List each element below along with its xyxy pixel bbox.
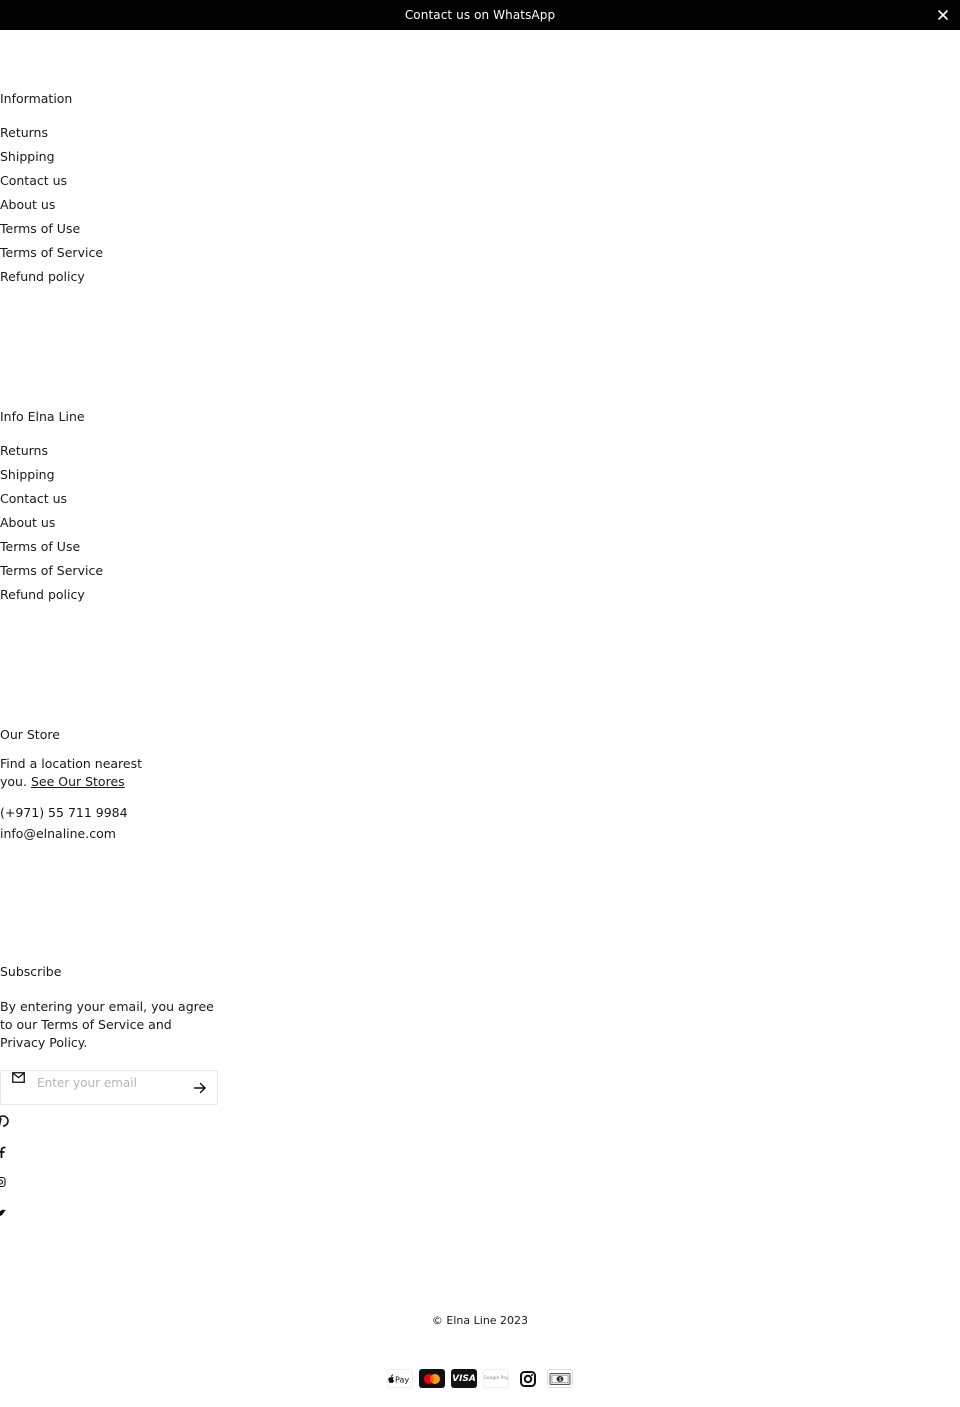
copyright: © Elna Line 2023 (431, 1314, 529, 1327)
mastercard-icon (419, 1369, 445, 1388)
information-heading: Information (0, 91, 73, 106)
apple-pay-icon: Pay (387, 1369, 413, 1388)
email-input[interactable] (37, 1074, 177, 1092)
subscribe-text: By entering your email, you agree to our… (0, 999, 214, 1050)
google-pay-icon: Google Pay (483, 1369, 509, 1388)
svg-text:$: $ (559, 1377, 562, 1383)
footer-link-contact[interactable]: Contact us (0, 490, 103, 514)
footer-link-refund[interactable]: Refund policy (0, 268, 103, 292)
footer-link-refund[interactable]: Refund policy (0, 586, 103, 610)
information-links: Returns Shipping Contact us About us Ter… (0, 124, 103, 292)
instagram-icon[interactable] (0, 1176, 10, 1188)
google-pay-label: Google Pay (483, 1376, 509, 1381)
footer-link-terms-use[interactable]: Terms of Use (0, 538, 103, 562)
footer-link-terms-use[interactable]: Terms of Use (0, 220, 103, 244)
footer-link-contact[interactable]: Contact us (0, 172, 103, 196)
visa-label: VISA (452, 1373, 476, 1384)
footer-link-about[interactable]: About us (0, 196, 103, 220)
arrow-right-icon[interactable] (193, 1081, 207, 1095)
footer-link-about[interactable]: About us (0, 514, 103, 538)
pinterest-icon[interactable] (0, 1115, 10, 1127)
store-description: Find a location nearest you. See Our Sto… (0, 755, 160, 791)
footer-link-shipping[interactable]: Shipping (0, 148, 103, 172)
visa-icon: VISA (451, 1369, 477, 1388)
store-heading: Our Store (0, 727, 60, 742)
apple-pay-label: Pay (395, 1375, 409, 1384)
info-elna-heading: Info Elna Line (0, 409, 85, 424)
close-icon[interactable] (936, 8, 950, 22)
mail-icon (12, 1072, 25, 1083)
instagram-pay-icon (515, 1369, 541, 1388)
info-elna-links: Returns Shipping Contact us About us Ter… (0, 442, 103, 610)
footer-link-returns[interactable]: Returns (0, 124, 103, 148)
announcement-link[interactable]: Contact us on WhatsApp (405, 8, 555, 22)
payment-icons: Pay VISA Google Pay $ (387, 1369, 573, 1388)
footer-link-returns[interactable]: Returns (0, 442, 103, 466)
footer-link-terms-service[interactable]: Terms of Service (0, 562, 103, 586)
footer-link-terms-service[interactable]: Terms of Service (0, 244, 103, 268)
see-stores-link[interactable]: See Our Stores (31, 774, 125, 789)
footer-link-shipping[interactable]: Shipping (0, 466, 103, 490)
cash-icon: $ (547, 1369, 573, 1388)
facebook-icon[interactable] (0, 1146, 10, 1158)
store-phone[interactable]: (+971) 55 711 9984 (0, 805, 128, 820)
subscribe-form (0, 1070, 218, 1105)
announcement-bar: Contact us on WhatsApp (0, 0, 960, 30)
subscribe-heading: Subscribe (0, 964, 62, 979)
twitter-icon[interactable] (0, 1207, 10, 1219)
store-email[interactable]: info@elnaline.com (0, 826, 116, 841)
